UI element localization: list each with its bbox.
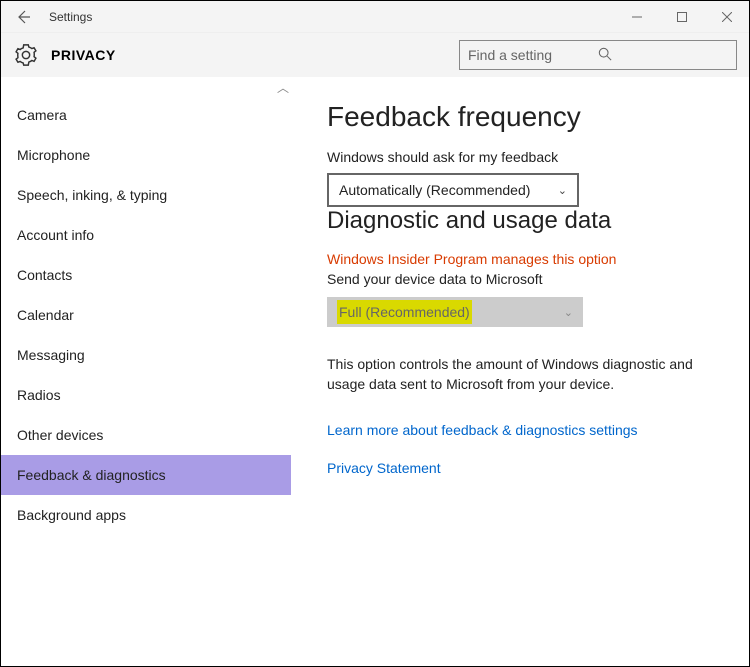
insider-managed-warning: Windows Insider Program manages this opt… bbox=[327, 251, 719, 267]
learn-more-link[interactable]: Learn more about feedback & diagnostics … bbox=[327, 422, 719, 438]
sidebar-item[interactable]: Radios bbox=[1, 375, 291, 415]
search-placeholder: Find a setting bbox=[468, 47, 598, 63]
sidebar-item[interactable]: Account info bbox=[1, 215, 291, 255]
minimize-button[interactable] bbox=[614, 1, 659, 33]
sidebar-item[interactable]: Background apps bbox=[1, 495, 291, 535]
scroll-up-icon[interactable]: ︿ bbox=[277, 79, 289, 96]
back-arrow-icon bbox=[15, 9, 31, 25]
sidebar-item[interactable]: Contacts bbox=[1, 255, 291, 295]
window-title: Settings bbox=[49, 10, 614, 24]
sidebar-item[interactable]: Microphone bbox=[1, 135, 291, 175]
sidebar-item[interactable]: Messaging bbox=[1, 335, 291, 375]
header: PRIVACY Find a setting bbox=[1, 33, 749, 77]
diagnostic-description: This option controls the amount of Windo… bbox=[327, 355, 719, 394]
feedback-heading: Feedback frequency bbox=[327, 101, 719, 133]
back-button[interactable] bbox=[7, 9, 39, 25]
title-bar: Settings bbox=[1, 1, 749, 33]
feedback-frequency-select[interactable]: Automatically (Recommended) ⌄ bbox=[327, 173, 579, 207]
diagnostic-label: Send your device data to Microsoft bbox=[327, 271, 719, 287]
sidebar: ︿ CameraMicrophoneSpeech, inking, & typi… bbox=[1, 77, 291, 666]
diagnostic-data-select: Full (Recommended) ⌄ bbox=[327, 297, 583, 327]
search-icon bbox=[598, 47, 728, 64]
chevron-down-icon: ⌄ bbox=[564, 306, 573, 319]
section-title: PRIVACY bbox=[51, 47, 459, 63]
sidebar-item[interactable]: Feedback & diagnostics bbox=[1, 455, 291, 495]
sidebar-item[interactable]: Calendar bbox=[1, 295, 291, 335]
diagnostic-heading: Diagnostic and usage data bbox=[327, 207, 719, 235]
close-button[interactable] bbox=[704, 1, 749, 33]
main-pane: Feedback frequency Windows should ask fo… bbox=[291, 77, 749, 666]
gear-icon bbox=[13, 42, 39, 68]
sidebar-item[interactable]: Speech, inking, & typing bbox=[1, 175, 291, 215]
sidebar-item[interactable]: Other devices bbox=[1, 415, 291, 455]
feedback-frequency-value: Automatically (Recommended) bbox=[339, 182, 530, 198]
maximize-button[interactable] bbox=[659, 1, 704, 33]
content: ︿ CameraMicrophoneSpeech, inking, & typi… bbox=[1, 77, 749, 666]
window-controls bbox=[614, 1, 749, 33]
chevron-down-icon: ⌄ bbox=[558, 184, 567, 197]
sidebar-item[interactable]: Camera bbox=[1, 95, 291, 135]
feedback-label: Windows should ask for my feedback bbox=[327, 149, 719, 165]
privacy-statement-link[interactable]: Privacy Statement bbox=[327, 460, 719, 476]
search-input[interactable]: Find a setting bbox=[459, 40, 737, 70]
diagnostic-data-value: Full (Recommended) bbox=[337, 300, 472, 324]
